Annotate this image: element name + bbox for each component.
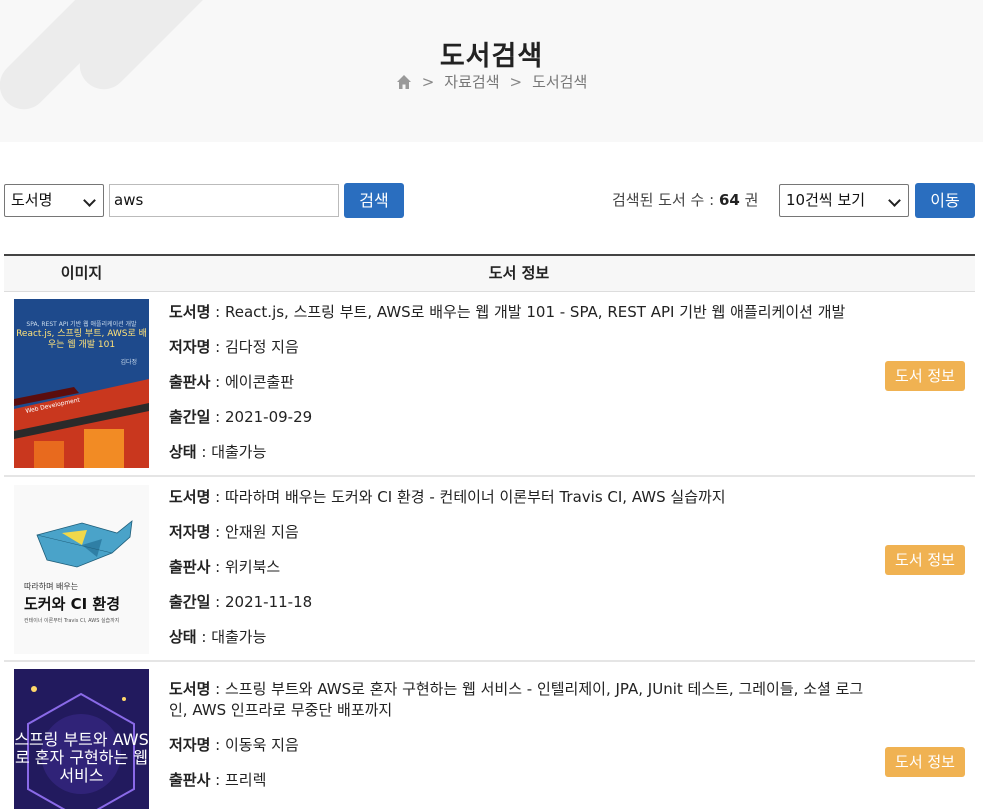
field-value: 위키북스	[225, 558, 281, 576]
field-label: 도서명	[169, 488, 211, 506]
result-count-value: 64	[718, 191, 740, 209]
book-field-author: 저자명 : 김다정 지음	[169, 338, 299, 356]
table-header: 이미지 도서 정보	[4, 254, 975, 292]
table-row: SPA, REST API 기반 웹 애플리케이션 개발 React.js, 스…	[4, 292, 975, 477]
field-value: 김다정 지음	[225, 338, 299, 356]
book-field-publisher: 출판사 : 프리렉	[169, 771, 267, 789]
field-value: 안재원 지음	[225, 523, 299, 541]
page-banner: 도서검색 > 자료검색 > 도서검색	[0, 0, 983, 142]
book-info: 도서명 : 스프링 부트와 AWS로 혼자 구현하는 웹 서비스 - 인텔리제이…	[169, 679, 869, 805]
field-label: 저자명	[169, 736, 211, 754]
field-value: React.js, 스프링 부트, AWS로 배우는 웹 개발 101 - SP…	[225, 303, 846, 321]
search-bar: 도서명 aws 검색 검색된 도서 수 : 64 권 10건씩 보기 이동	[4, 183, 975, 218]
cover-illustration: Web Development	[14, 379, 149, 468]
book-field-title: 도서명 : React.js, 스프링 부트, AWS로 배우는 웹 개발 10…	[169, 303, 846, 321]
field-label: 출간일	[169, 408, 211, 426]
field-value: 대출가능	[211, 443, 267, 461]
field-value: 에이콘출판	[225, 373, 295, 391]
cover-description: 컨테이너 이론부터 Travis CI, AWS 실습까지	[24, 618, 120, 624]
book-info-button[interactable]: 도서 정보	[885, 361, 965, 391]
field-value: 이동욱 지음	[225, 736, 299, 754]
breadcrumb: > 자료검색 > 도서검색	[0, 71, 983, 92]
field-label: 출판사	[169, 558, 211, 576]
field-label: 상태	[169, 628, 197, 646]
book-cover[interactable]: 따라하며 배우는 도커와 CI 환경 컨테이너 이론부터 Travis CI, …	[14, 485, 149, 654]
book-field-publisher: 출판사 : 위키북스	[169, 558, 281, 576]
cover-subtitle: 따라하며 배우는	[24, 582, 79, 591]
book-field-status: 상태 : 대출가능	[169, 628, 267, 646]
breadcrumb-item-search[interactable]: 자료검색	[444, 71, 499, 92]
cover-title: React.js, 스프링 부트, AWS로 배우는 웹 개발 101	[16, 329, 147, 350]
breadcrumb-separator: >	[421, 72, 435, 91]
result-count: 검색된 도서 수 : 64 권	[612, 183, 758, 218]
field-value: 프리렉	[225, 771, 267, 789]
field-label: 도서명	[169, 303, 211, 321]
field-value: 스프링 부트와 AWS로 혼자 구현하는 웹 서비스 - 인텔리제이, JPA,…	[169, 680, 864, 719]
field-value: 따라하며 배우는 도커와 CI 환경 - 컨테이너 이론부터 Travis CI…	[225, 488, 726, 506]
cover-author: 김다정	[120, 359, 137, 366]
cover-top-text: SPA, REST API 기반 웹 애플리케이션 개발	[26, 321, 137, 328]
cover-title: 도커와 CI 환경	[24, 595, 121, 613]
breadcrumb-item-book-search[interactable]: 도서검색	[532, 71, 587, 92]
cover-title: 스프링 부트와 AWS로 혼자 구현하는 웹 서비스	[14, 730, 149, 785]
page-title: 도서검색	[439, 41, 544, 72]
book-info-button[interactable]: 도서 정보	[885, 545, 965, 575]
column-header-image: 이미지	[60, 264, 103, 282]
book-info: 도서명 : React.js, 스프링 부트, AWS로 배우는 웹 개발 10…	[169, 302, 869, 477]
search-input[interactable]: aws	[109, 184, 339, 217]
go-button[interactable]: 이동	[915, 183, 975, 218]
column-header-info: 도서 정보	[488, 264, 550, 282]
book-field-author: 저자명 : 이동욱 지음	[169, 736, 299, 754]
book-field-date: 출간일 : 2021-11-18	[169, 593, 313, 611]
book-cover[interactable]: 스프링 부트와 AWS로 혼자 구현하는 웹 서비스	[14, 669, 149, 809]
per-page-value: 10건씩 보기	[786, 191, 866, 209]
book-field-status: 상태 : 대출가능	[169, 443, 267, 461]
book-field-author: 저자명 : 안재원 지음	[169, 523, 299, 541]
search-field-value: 도서명	[11, 191, 53, 209]
search-field-select[interactable]: 도서명	[4, 184, 104, 217]
result-count-label: 검색된 도서 수 :	[612, 191, 715, 209]
result-count-unit: 권	[744, 191, 759, 209]
field-label: 도서명	[169, 680, 211, 698]
book-info: 도서명 : 따라하며 배우는 도커와 CI 환경 - 컨테이너 이론부터 Tra…	[169, 487, 869, 662]
field-value: 대출가능	[211, 628, 267, 646]
book-field-date: 출간일 : 2021-09-29	[169, 408, 313, 426]
book-field-title: 도서명 : 스프링 부트와 AWS로 혼자 구현하는 웹 서비스 - 인텔리제이…	[169, 680, 864, 719]
field-label: 상태	[169, 443, 197, 461]
field-value: 2021-11-18	[225, 593, 313, 611]
breadcrumb-separator: >	[509, 72, 523, 91]
book-cover[interactable]: SPA, REST API 기반 웹 애플리케이션 개발 React.js, 스…	[14, 299, 149, 468]
home-icon[interactable]	[396, 74, 412, 90]
field-label: 출판사	[169, 373, 211, 391]
field-label: 저자명	[169, 338, 211, 356]
table-row: 따라하며 배우는 도커와 CI 환경 컨테이너 이론부터 Travis CI, …	[4, 477, 975, 662]
book-info-button[interactable]: 도서 정보	[885, 747, 965, 777]
table-row: 스프링 부트와 AWS로 혼자 구현하는 웹 서비스 도서명 : 스프링 부트와…	[4, 662, 975, 809]
search-input-value: aws	[114, 191, 144, 209]
field-label: 출간일	[169, 593, 211, 611]
field-label: 출판사	[169, 771, 211, 789]
cover-illustration	[36, 520, 133, 568]
field-label: 저자명	[169, 523, 211, 541]
field-value: 2021-09-29	[225, 408, 313, 426]
book-field-publisher: 출판사 : 에이콘출판	[169, 373, 295, 391]
per-page-select[interactable]: 10건씩 보기	[779, 184, 909, 217]
search-button[interactable]: 검색	[344, 183, 404, 218]
book-field-title: 도서명 : 따라하며 배우는 도커와 CI 환경 - 컨테이너 이론부터 Tra…	[169, 488, 726, 506]
